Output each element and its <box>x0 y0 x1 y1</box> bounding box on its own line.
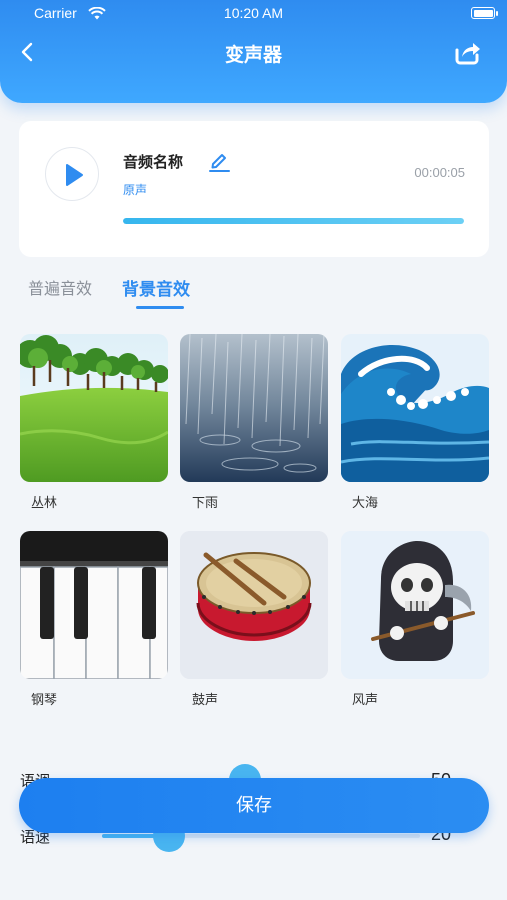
play-icon <box>66 164 83 186</box>
tab-general-effects[interactable]: 普遍音效 <box>28 275 92 299</box>
audio-name: 音频名称 <box>123 153 184 171</box>
reaper-image <box>341 531 489 679</box>
effect-drum[interactable] <box>180 531 328 679</box>
clock-label: 10:20 AM <box>223 5 284 21</box>
page-title: 变声器 <box>224 44 282 66</box>
share-icon <box>455 43 480 65</box>
effect-label-rain: 下雨 <box>192 496 219 511</box>
effect-label-piano: 钢琴 <box>31 693 58 708</box>
edit-button[interactable] <box>207 149 231 173</box>
effect-wind[interactable] <box>341 531 489 679</box>
status-bar: Carrier 10:20 AM <box>0 5 507 25</box>
active-tab-indicator <box>136 306 184 309</box>
effect-sea[interactable] <box>341 334 489 482</box>
effect-rain[interactable] <box>180 334 328 482</box>
effect-piano[interactable] <box>20 531 168 679</box>
effect-label-drum: 鼓声 <box>192 693 219 708</box>
audio-progress-fill <box>123 218 464 224</box>
save-button[interactable]: 保存 <box>19 778 489 833</box>
rain-image <box>180 334 328 482</box>
header-bar: Carrier 10:20 AM 变声器 <box>0 0 507 103</box>
effect-label-forest: 丛林 <box>31 496 58 511</box>
battery-icon <box>471 7 498 19</box>
drum-image <box>180 531 328 679</box>
audio-card: 音频名称 原声 00:00:05 <box>19 121 489 257</box>
piano-image <box>20 531 168 679</box>
play-button[interactable] <box>45 147 99 201</box>
audio-duration: 00:00:05 <box>414 165 465 180</box>
effect-label-sea: 大海 <box>352 496 379 511</box>
speed-slider[interactable] <box>102 834 420 838</box>
effect-forest[interactable] <box>20 334 168 482</box>
effect-label-wind: 风声 <box>352 693 379 708</box>
audio-progress-bar[interactable] <box>123 218 464 224</box>
share-button[interactable] <box>453 38 483 66</box>
audio-mode-label: 原声 <box>123 183 148 197</box>
edit-icon <box>209 154 230 172</box>
forest-image <box>20 334 168 482</box>
tab-background-effects[interactable]: 背景音效 <box>122 275 190 300</box>
wave-image <box>341 334 489 482</box>
